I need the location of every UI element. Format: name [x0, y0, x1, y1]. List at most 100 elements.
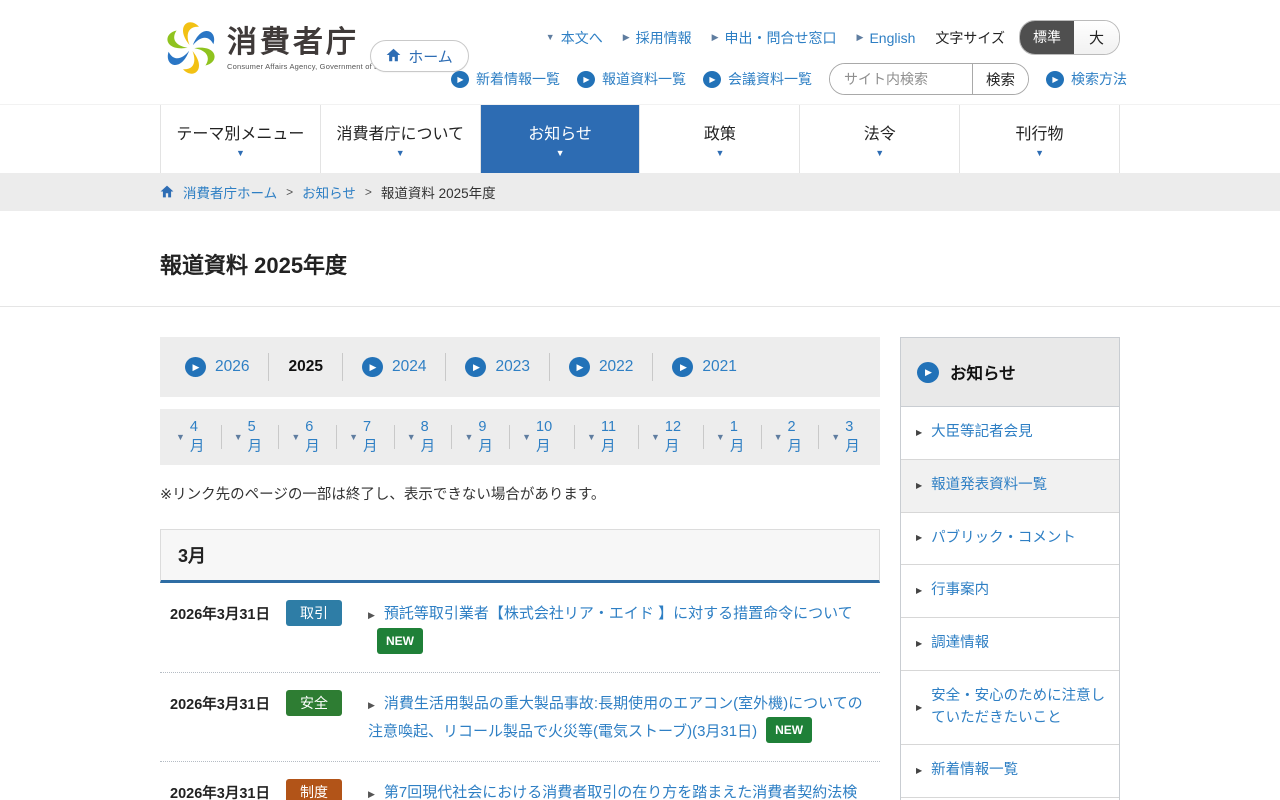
triangle-down-icon: ▼ [291, 433, 300, 442]
agency-name-english: Consumer Affairs Agency, Government of J… [227, 62, 396, 71]
breadcrumb-current: 報道資料 2025年度 [381, 182, 496, 202]
month-link-9[interactable]: ▼9月 [452, 425, 510, 449]
skip-to-content-link[interactable]: ▼ 本文へ [546, 28, 603, 48]
triangle-right-icon: ▶ [916, 482, 922, 490]
triangle-down-icon: ▼ [349, 433, 358, 442]
new-info-list-link[interactable]: ▶ 新着情報一覧 [451, 69, 560, 89]
arrow-right-circle-icon: ▶ [672, 357, 693, 377]
page-title: 報道資料 2025年度 [160, 248, 1280, 280]
sidebar-item-press-release-list[interactable]: ▶ 報道発表資料一覧 [901, 460, 1119, 513]
search-help-link[interactable]: ▶ 検索方法 [1046, 69, 1127, 89]
press-materials-list-link[interactable]: ▶ 報道資料一覧 [577, 69, 686, 89]
nav-policy[interactable]: 政策 ▼ [640, 105, 800, 173]
sidebar-item-procurement[interactable]: ▶ 調達情報 [901, 618, 1119, 671]
triangle-down-icon: ▼ [716, 433, 725, 442]
utility-links: ▼ 本文へ ▶ 採用情報 ▶ 申出・問合せ窓口 ▶ English 文字サイズ … [546, 20, 1120, 55]
year-tab-2021[interactable]: ▶ 2021 [653, 353, 755, 381]
meeting-materials-list-link[interactable]: ▶ 会議資料一覧 [703, 69, 812, 89]
month-link-5[interactable]: ▼5月 [222, 425, 280, 449]
triangle-right-icon: ▶ [623, 33, 630, 42]
triangle-right-icon: ▶ [916, 587, 922, 595]
year-tab-2026[interactable]: ▶ 2026 [166, 353, 269, 381]
new-badge: NEW [766, 717, 812, 743]
arrow-right-circle-icon: ▶ [569, 357, 590, 377]
triangle-down-icon: ▼ [715, 149, 724, 158]
sidebar-item-press-conference[interactable]: ▶ 大臣等記者会見 [901, 407, 1119, 460]
triangle-down-icon: ▼ [1035, 149, 1044, 158]
site-search: 検索 [829, 63, 1029, 95]
nav-theme-menu[interactable]: テーマ別メニュー ▼ [160, 105, 321, 173]
year-tab-2024[interactable]: ▶ 2024 [343, 353, 446, 381]
news-date: 2026年3月31日 [170, 690, 278, 714]
sidebar-item-safety-cautions[interactable]: ▶ 安全・安心のために注意していただきたいこと [901, 671, 1119, 746]
category-badge: 安全 [286, 690, 342, 716]
month-link-1[interactable]: ▼1月 [704, 425, 762, 449]
recruit-link[interactable]: ▶ 採用情報 [623, 28, 692, 48]
font-size-standard-button[interactable]: 標準 [1020, 21, 1074, 54]
month-link-2[interactable]: ▼2月 [762, 425, 820, 449]
triangle-down-icon: ▼ [234, 433, 243, 442]
month-link-3[interactable]: ▼3月 [819, 425, 876, 449]
triangle-down-icon: ▼ [831, 433, 840, 442]
font-size-label: 文字サイズ [935, 28, 1005, 48]
month-link-12[interactable]: ▼12月 [639, 425, 704, 449]
triangle-down-icon: ▼ [396, 149, 405, 158]
sidebar-item-events[interactable]: ▶ 行事案内 [901, 565, 1119, 618]
news-item: 2026年3月31日 取引 ▶預託等取引業者【株式会社リア・エイド 】に対する措… [160, 583, 880, 673]
triangle-right-icon: ▶ [916, 534, 922, 542]
nav-publications[interactable]: 刊行物 ▼ [960, 105, 1120, 173]
month-section-heading: 3月 [160, 529, 880, 583]
contact-window-link[interactable]: ▶ 申出・問合せ窓口 [712, 28, 837, 48]
year-tabs: ▶ 2026 2025 ▶ 2024 ▶ 2023 ▶ 2022 ▶ 2021 [160, 337, 880, 397]
arrow-right-circle-icon: ▶ [362, 357, 383, 377]
english-link[interactable]: ▶ English [857, 30, 916, 46]
triangle-right-icon: ▶ [368, 700, 375, 710]
nav-news[interactable]: お知らせ ▼ [481, 105, 641, 173]
font-size-large-button[interactable]: 大 [1074, 21, 1119, 54]
news-item: 2026年3月31日 制度 ▶第7回現代社会における消費者取引の在り方を踏まえた… [160, 762, 880, 800]
month-links: ▼4月 ▼5月 ▼6月 ▼7月 ▼8月 ▼9月 ▼10月 ▼11月 ▼12月 ▼… [160, 409, 880, 465]
breadcrumb-section-link[interactable]: お知らせ [302, 182, 356, 202]
month-link-11[interactable]: ▼11月 [575, 425, 639, 449]
site-search-input[interactable] [830, 64, 972, 94]
news-link[interactable]: 第7回現代社会における消費者取引の在り方を踏まえた消費者契約法検討会ワーキンググ… [368, 784, 857, 800]
arrow-right-circle-icon: ▶ [703, 71, 721, 88]
triangle-right-icon: ▶ [368, 610, 375, 620]
triangle-down-icon: ▼ [407, 433, 416, 442]
arrow-right-circle-icon: ▶ [1046, 71, 1064, 88]
sidebar-item-public-comment[interactable]: ▶ パブリック・コメント [901, 513, 1119, 566]
nav-about-agency[interactable]: 消費者庁について ▼ [321, 105, 481, 173]
triangle-right-icon: ▶ [916, 429, 922, 437]
breadcrumb: 消費者庁ホーム > お知らせ > 報道資料 2025年度 [0, 173, 1280, 211]
year-tab-2022[interactable]: ▶ 2022 [550, 353, 653, 381]
arrow-right-circle-icon: ▶ [917, 362, 939, 383]
month-link-8[interactable]: ▼8月 [395, 425, 453, 449]
search-button[interactable]: 検索 [972, 64, 1028, 94]
nav-laws[interactable]: 法令 ▼ [800, 105, 960, 173]
home-icon [160, 185, 174, 198]
news-date: 2026年3月31日 [170, 779, 278, 800]
month-link-10[interactable]: ▼10月 [510, 425, 575, 449]
triangle-down-icon: ▼ [176, 433, 185, 442]
triangle-down-icon: ▼ [236, 149, 245, 158]
triangle-down-icon: ▼ [546, 33, 555, 42]
month-link-4[interactable]: ▼4月 [164, 425, 222, 449]
triangle-down-icon: ▼ [774, 433, 783, 442]
year-tab-2023[interactable]: ▶ 2023 [446, 353, 549, 381]
triangle-right-icon: ▶ [712, 33, 719, 42]
news-item: 2026年3月31日 安全 ▶消費生活用製品の重大製品事故:長期使用のエアコン(… [160, 673, 880, 763]
font-size-toggle: 標準 大 [1019, 20, 1120, 55]
month-link-7[interactable]: ▼7月 [337, 425, 395, 449]
news-link[interactable]: 預託等取引業者【株式会社リア・エイド 】に対する措置命令について [384, 605, 853, 622]
month-link-6[interactable]: ▼6月 [279, 425, 337, 449]
new-badge: NEW [377, 628, 423, 654]
disclaimer-note: ※リンク先のページの一部は終了し、表示できない場合があります。 [160, 483, 880, 504]
site-header: 消費者庁 Consumer Affairs Agency, Government… [0, 0, 1280, 105]
agency-logo[interactable]: 消費者庁 Consumer Affairs Agency, Government… [163, 16, 396, 80]
year-tab-2025-current: 2025 [269, 353, 342, 381]
triangle-right-icon: ▶ [916, 704, 922, 712]
sidebar-item-new-info-list[interactable]: ▶ 新着情報一覧 [901, 745, 1119, 798]
news-date: 2026年3月31日 [170, 600, 278, 624]
breadcrumb-home-link[interactable]: 消費者庁ホーム [183, 182, 277, 202]
sidebar-title: ▶ お知らせ [901, 338, 1119, 407]
